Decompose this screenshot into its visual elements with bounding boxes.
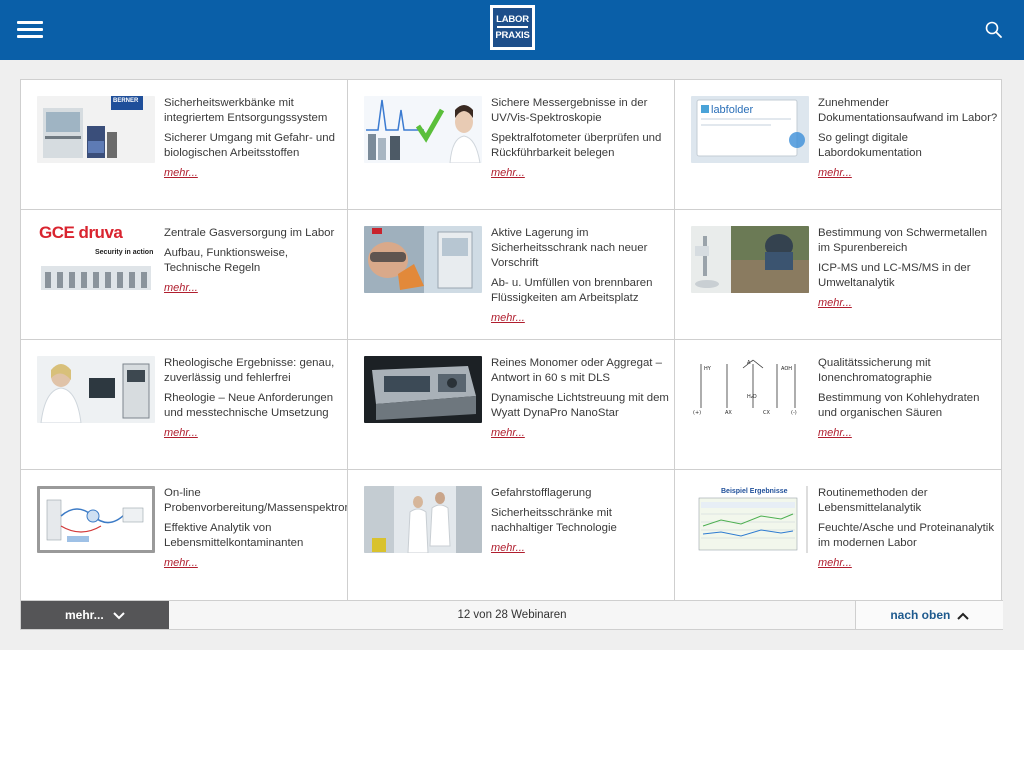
more-link[interactable]: mehr... — [491, 541, 525, 556]
webinar-title[interactable]: Sicherheitswerkbänke mit integriertem En… — [164, 96, 347, 126]
webinar-thumbnail[interactable]: GCE druva Security in action — [37, 226, 155, 293]
more-link[interactable]: mehr... — [164, 426, 198, 441]
chevron-down-icon — [113, 612, 125, 620]
more-link[interactable]: mehr... — [491, 311, 525, 326]
webinar-subtitle: Ab- u. Umfüllen von brennbaren Flüssigke… — [491, 277, 653, 304]
webinar-subtitle: Dynamische Lichtstreuung mit dem Wyatt D… — [491, 392, 669, 419]
chevron-up-icon — [956, 612, 969, 620]
webinar-thumbnail[interactable] — [691, 226, 809, 293]
webinar-subtitle: ICP-MS und LC-MS/MS in der Umweltanalyti… — [818, 262, 971, 289]
webinar-thumbnail[interactable] — [364, 226, 482, 293]
webinar-title[interactable]: Routinemethoden der Lebensmittelanalytik — [818, 486, 1001, 516]
webinar-subtitle: Spektralfotometer überprüfen und Rückfüh… — [491, 132, 662, 159]
webinar-title[interactable]: Zentrale Gasversorgung im Labor — [164, 226, 347, 241]
webinar-thumbnail[interactable] — [364, 356, 482, 423]
webinar-card[interactable]: Beispiel Ergebnisse Routinemethoden der … — [675, 470, 1001, 601]
svg-text:(+): (+) — [693, 410, 701, 416]
webinar-card[interactable]: Bestimmung von Schwermetallen im Spurenb… — [675, 210, 1001, 340]
more-link[interactable]: mehr... — [164, 281, 198, 296]
webinar-card[interactable]: Gefahrstofflagerung Sicherheitsschränke … — [348, 470, 675, 601]
more-link[interactable]: mehr... — [164, 166, 198, 181]
search-icon[interactable] — [984, 20, 1004, 40]
webinar-thumbnail[interactable]: BERNER — [37, 96, 155, 163]
more-link[interactable]: mehr... — [164, 556, 198, 571]
load-more-button[interactable]: mehr... — [21, 601, 169, 629]
more-link[interactable]: mehr... — [818, 426, 852, 441]
svg-text:A⁻: A⁻ — [747, 360, 753, 366]
more-link[interactable]: mehr... — [818, 296, 852, 311]
webinar-subtitle: Aufbau, Funktionsweise, Technische Regel… — [164, 247, 289, 274]
webinar-thumbnail[interactable]: Beispiel Ergebnisse — [691, 486, 809, 553]
webinar-thumbnail[interactable] — [364, 96, 482, 163]
result-count: 12 von 28 Webinaren — [457, 609, 567, 621]
webinar-subtitle: So gelingt digitale Labordokumentation — [818, 132, 922, 159]
more-link[interactable]: mehr... — [818, 556, 852, 571]
webinar-thumbnail[interactable] — [364, 486, 482, 553]
svg-text:CX: CX — [763, 410, 770, 416]
webinar-title[interactable]: Rheologische Ergebnisse: genau, zuverläs… — [164, 356, 347, 386]
webinar-card[interactable]: Reines Monomer oder Aggregat – Antwort i… — [348, 340, 675, 470]
webinar-section: BERNER Sicherheitswerkbänke mit integrie… — [0, 60, 1024, 650]
webinar-title[interactable]: Sichere Messergebnisse in der UV/Vis-Spe… — [491, 96, 674, 126]
sponsor-badge: labfolder — [711, 104, 754, 116]
laborpraxis-logo[interactable]: LABOR PRAXIS — [490, 5, 535, 50]
webinar-title[interactable]: Aktive Lagerung im Sicherheitsschrank na… — [491, 226, 674, 271]
sponsor-tagline: Security in action — [95, 249, 154, 256]
svg-text:AX: AX — [725, 410, 732, 416]
webinar-title[interactable]: Gefahrstofflagerung — [491, 486, 674, 501]
hamburger-menu-icon[interactable] — [17, 21, 43, 39]
webinar-card[interactable]: Rheologische Ergebnisse: genau, zuverläs… — [21, 340, 348, 470]
webinar-card[interactable]: BERNER Sicherheitswerkbänke mit integrie… — [21, 80, 348, 210]
webinar-card[interactable]: Sichere Messergebnisse in der UV/Vis-Spe… — [348, 80, 675, 210]
webinar-thumbnail[interactable] — [37, 486, 155, 553]
webinar-title[interactable]: On-line Probenvorbereitung/Massenspektro… — [164, 486, 347, 516]
webinar-card[interactable]: labfolder Zunehmender Dokumentationsaufw… — [675, 80, 1001, 210]
webinar-subtitle: Effektive Analytik von Lebensmittelkonta… — [164, 522, 304, 549]
webinar-title[interactable]: Bestimmung von Schwermetallen im Spurenb… — [818, 226, 1001, 256]
sponsor-badge: BERNER — [113, 98, 139, 104]
webinar-subtitle: Rheologie – Neue Anforderungen und messt… — [164, 392, 334, 419]
svg-text:AOH: AOH — [781, 366, 792, 372]
top-navigation-bar: LABOR PRAXIS — [0, 0, 1024, 60]
webinar-subtitle: Sicherer Umgang mit Gefahr- und biologis… — [164, 132, 335, 159]
webinar-subtitle: Feuchte/Asche und Proteinanalytik im mod… — [818, 522, 995, 549]
sponsor-badge: GCE druva — [39, 226, 123, 242]
webinar-title[interactable]: Qualitätssicherung mit Ionenchromatograp… — [818, 356, 1001, 386]
webinar-subtitle: Bestimmung von Kohlehydraten und organis… — [818, 392, 980, 419]
load-more-label: mehr... — [64, 608, 104, 622]
webinar-thumbnail[interactable] — [37, 356, 155, 423]
webinar-card[interactable]: On-line Probenvorbereitung/Massenspektro… — [21, 470, 348, 601]
webinar-card[interactable]: GCE druva Security in action Zentrale Ga… — [21, 210, 348, 340]
webinar-card[interactable]: HY A⁻ AOH H₂O (+) AX CX (-) Qualitätssicherun… — [675, 340, 1001, 470]
pagination-bar: mehr... 12 von 28 Webinaren nach oben — [20, 600, 1003, 630]
more-link[interactable]: mehr... — [818, 166, 852, 181]
webinar-title[interactable]: Reines Monomer oder Aggregat – Antwort i… — [491, 356, 674, 386]
svg-text:(-): (-) — [791, 410, 797, 416]
back-to-top-button[interactable]: nach oben — [855, 601, 1003, 629]
more-link[interactable]: mehr... — [491, 426, 525, 441]
svg-text:H₂O: H₂O — [747, 394, 757, 400]
chart-title: Beispiel Ergebnisse — [721, 488, 788, 495]
webinar-title[interactable]: Zunehmender Dokumentationsaufwand im Lab… — [818, 96, 1001, 126]
webinar-thumbnail[interactable]: labfolder — [691, 96, 809, 163]
webinar-subtitle: Sicherheitsschränke mit nachhaltiger Tec… — [491, 507, 617, 534]
back-to-top-label: nach oben — [890, 608, 951, 622]
webinar-thumbnail[interactable]: HY A⁻ AOH H₂O (+) AX CX (-) — [691, 356, 809, 423]
svg-text:HY: HY — [704, 366, 712, 372]
more-link[interactable]: mehr... — [491, 166, 525, 181]
webinar-card[interactable]: Aktive Lagerung im Sicherheitsschrank na… — [348, 210, 675, 340]
webinar-grid: BERNER Sicherheitswerkbänke mit integrie… — [20, 79, 1002, 601]
